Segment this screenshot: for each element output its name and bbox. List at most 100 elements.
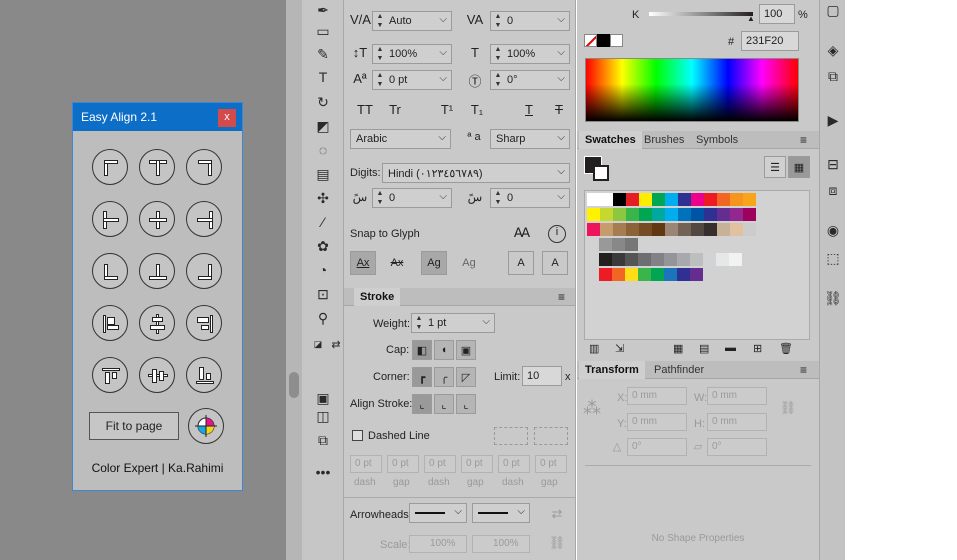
layers-icon[interactable]: ◈ xyxy=(823,40,843,60)
swatch-chip[interactable] xyxy=(691,208,704,221)
gap-1-field[interactable]: 0 pt xyxy=(387,455,419,473)
swatch-chip[interactable] xyxy=(678,208,691,221)
subscript-button[interactable]: T₁ xyxy=(466,102,488,117)
active-stroke-swatch[interactable] xyxy=(593,165,609,181)
eraser-tool-icon[interactable]: ◩ xyxy=(313,116,333,136)
tab-transform[interactable]: Transform xyxy=(579,361,645,379)
swatch-chip[interactable] xyxy=(665,193,678,206)
swatch-chip[interactable] xyxy=(743,223,756,236)
tab-symbols[interactable]: Symbols xyxy=(690,131,744,149)
swatch-chip[interactable] xyxy=(612,238,625,251)
swatch-chip[interactable] xyxy=(638,268,651,281)
show-kinds-icon[interactable]: ▦ xyxy=(673,342,683,355)
align-middle-left-button[interactable] xyxy=(92,201,128,237)
underline-button[interactable]: T xyxy=(518,102,540,117)
anti-aliasing-select[interactable]: Sharp ⌵ xyxy=(490,129,570,149)
tab-stroke[interactable]: Stroke xyxy=(354,288,401,306)
swatch-chip[interactable] xyxy=(743,193,756,206)
swatch-chip[interactable] xyxy=(704,208,717,221)
tab-swatches[interactable]: Swatches xyxy=(579,131,642,149)
close-button[interactable]: x xyxy=(218,109,236,127)
bevel-join-button[interactable]: ◸ xyxy=(456,367,476,387)
swatch-chip[interactable] xyxy=(613,193,626,206)
swatch-chip[interactable] xyxy=(652,193,665,206)
list-view-icon[interactable]: ☰ xyxy=(764,156,786,178)
all-caps-button[interactable]: TT xyxy=(354,102,376,117)
swatch-chip[interactable] xyxy=(639,223,652,236)
swatch-chip[interactable] xyxy=(730,208,743,221)
swatch-chip[interactable] xyxy=(665,208,678,221)
swatch-chip[interactable] xyxy=(626,208,639,221)
h-field[interactable]: 0 mm xyxy=(707,413,767,431)
default-colors-icon[interactable]: ◪ xyxy=(308,334,328,354)
superscript-button[interactable]: T¹ xyxy=(436,102,458,117)
panel-menu-icon[interactable]: ≡ xyxy=(800,363,807,377)
digits-select[interactable]: Hindi (٠١٢٣٤٥٦٧٨٩) ⌵ xyxy=(382,163,570,183)
projecting-cap-button[interactable]: ▣ xyxy=(456,340,476,360)
gap-2-field[interactable]: 0 pt xyxy=(461,455,493,473)
swatch-chip[interactable] xyxy=(716,253,729,266)
swatch-chip[interactable] xyxy=(587,223,600,236)
tab-brushes[interactable]: Brushes xyxy=(638,131,690,149)
graphic-styles-icon[interactable]: ⬚ xyxy=(823,248,843,268)
k-slider-track[interactable] xyxy=(649,12,753,16)
align-stroke-center-button[interactable]: ⌞ xyxy=(412,394,432,414)
links-icon[interactable]: ⛓ xyxy=(823,288,843,308)
screen-mode-icon[interactable]: ⧉ xyxy=(313,430,333,450)
swatch-chip[interactable] xyxy=(678,193,691,206)
swatch-chip[interactable] xyxy=(717,193,730,206)
swatch-chip[interactable] xyxy=(704,193,717,206)
shear-angle-field[interactable]: 0° xyxy=(707,438,767,456)
align-top-edge-button[interactable] xyxy=(92,357,128,393)
tab-pathfinder[interactable]: Pathfinder xyxy=(648,361,710,379)
swatch-chip[interactable] xyxy=(678,223,691,236)
mesh-tool-icon[interactable]: ✣ xyxy=(313,188,333,208)
align-top-left-button[interactable] xyxy=(92,149,128,185)
align-center-vertical-button[interactable] xyxy=(139,305,175,341)
small-caps-button[interactable]: Tr xyxy=(384,102,406,117)
swatch-chip[interactable] xyxy=(664,253,677,266)
swatch-chip[interactable] xyxy=(729,253,742,266)
delete-swatch-icon[interactable]: 🗑 xyxy=(779,342,793,355)
swatch-grid[interactable] xyxy=(584,190,810,340)
miter-limit-field[interactable]: 10 xyxy=(522,366,562,386)
swatch-chip[interactable] xyxy=(625,238,638,251)
panel-menu-icon[interactable]: ≡ xyxy=(800,133,807,147)
blend-tool-icon[interactable]: ✿ xyxy=(313,236,333,256)
color-expert-logo[interactable] xyxy=(188,408,224,444)
eyedropper-tool-icon[interactable]: ⁄ xyxy=(313,212,333,232)
dash-3-field[interactable]: 0 pt xyxy=(498,455,530,473)
white-swatch[interactable] xyxy=(610,34,623,47)
snap-x-height-button[interactable]: Ax xyxy=(384,251,410,275)
properties-icon[interactable]: ▢ xyxy=(823,0,843,20)
dash-1-field[interactable]: 0 pt xyxy=(350,455,382,473)
swatch-chip[interactable] xyxy=(730,223,743,236)
end-scale-field[interactable]: 100% xyxy=(472,535,530,553)
swatch-chip[interactable] xyxy=(587,193,600,206)
language-select[interactable]: Arabic ⌵ xyxy=(350,129,451,149)
end-arrowhead-select[interactable]: ⌵ xyxy=(472,503,530,523)
swatch-chip[interactable] xyxy=(599,253,612,266)
snap-proximity-button[interactable]: Ag xyxy=(456,251,482,275)
tracking-field[interactable]: ▲ ▼ 0 ⌵ xyxy=(490,11,570,31)
swatch-chip[interactable] xyxy=(600,193,613,206)
swatch-chip[interactable] xyxy=(626,193,639,206)
swatch-chip[interactable] xyxy=(639,193,652,206)
round-cap-button[interactable]: ◖ xyxy=(434,340,454,360)
round-join-button[interactable]: ╭ xyxy=(434,367,454,387)
new-color-group-icon[interactable]: ▬ xyxy=(725,342,736,354)
swatch-chip[interactable] xyxy=(587,208,600,221)
butt-cap-button[interactable]: ◧ xyxy=(412,340,432,360)
swatch-chip[interactable] xyxy=(704,223,717,236)
place-swatches-icon[interactable]: ⇲ xyxy=(615,342,624,355)
swatch-chip[interactable] xyxy=(691,223,704,236)
fit-to-page-button[interactable]: Fit to page xyxy=(89,412,179,440)
swatch-chip[interactable] xyxy=(652,223,665,236)
swatch-chip[interactable] xyxy=(691,193,704,206)
none-color-swatch[interactable] xyxy=(584,34,597,47)
align-stroke-outside-button[interactable]: ⌞ xyxy=(456,394,476,414)
snap-anchor-button[interactable]: A xyxy=(542,251,568,275)
swatch-chip[interactable] xyxy=(612,253,625,266)
zoom-tool-icon[interactable]: ⚲ xyxy=(313,308,333,328)
dashed-line-checkbox[interactable] xyxy=(352,430,363,441)
